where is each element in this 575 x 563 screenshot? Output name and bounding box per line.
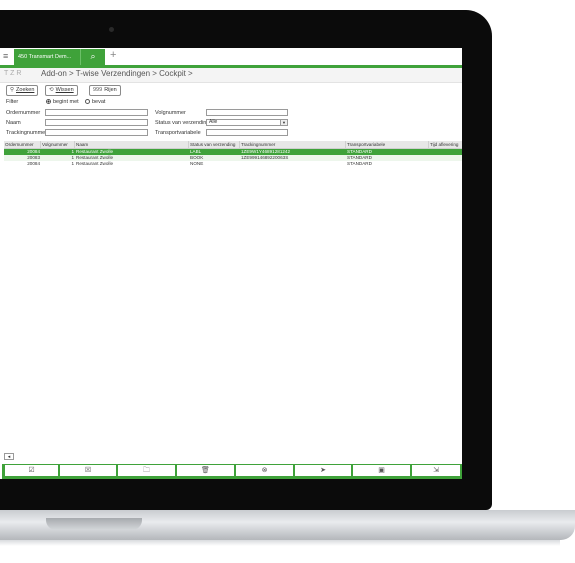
cancel-circle-icon[interactable]: ⊗ xyxy=(236,465,293,476)
radio-begins-label: begint met xyxy=(53,99,79,105)
scroll-left-button[interactable]: ◂ xyxy=(4,453,14,460)
radio-contains-label: bevat xyxy=(92,99,106,105)
laptop-shadow xyxy=(0,540,560,546)
toolbar: ⚲ Zoeken ⟲ Wissen 999 Rijen xyxy=(0,84,462,96)
rows-button-label: Rijen xyxy=(104,87,117,93)
camera-dot xyxy=(109,27,114,32)
add-tab-button[interactable]: + xyxy=(110,49,116,61)
table-header: Ordernummer Volgnummer Naam Status van v… xyxy=(4,141,462,149)
app-screen: ≡ 450 Transmart Dem... ⌕ + T Z R Add-on … xyxy=(0,48,462,479)
rows-count-badge: 999 xyxy=(93,87,103,93)
cell-order: 20084 xyxy=(27,161,40,166)
close-box-icon[interactable]: ☒ xyxy=(60,465,116,476)
clear-button[interactable]: ⟲ Wissen xyxy=(45,85,78,96)
filter-label: Filter xyxy=(6,99,19,105)
col-follow-number[interactable]: Volgnummer xyxy=(41,141,75,148)
cell-transport: STANDARD xyxy=(347,161,372,166)
tab-bar: ≡ 450 Transmart Dem... ⌕ + xyxy=(0,48,462,68)
tracking-number-field[interactable] xyxy=(45,129,148,136)
transport-variable-field[interactable] xyxy=(206,129,288,136)
search-button[interactable]: ⚲ Zoeken xyxy=(6,85,39,96)
tracking-number-label: Trackingnummer xyxy=(6,130,48,136)
radio-begins-with[interactable]: begint met xyxy=(46,99,79,105)
status-label: Status van verzending xyxy=(155,120,210,126)
status-select-value: Alle xyxy=(209,119,218,125)
order-number-label: Ordernummer xyxy=(6,110,41,116)
send-icon[interactable]: ➤ xyxy=(295,465,351,476)
chevron-down-icon[interactable]: ▼ xyxy=(280,120,287,125)
clear-button-label: Wissen xyxy=(55,87,74,93)
rows-button[interactable]: 999 Rijen xyxy=(89,85,121,96)
col-transport-variable[interactable]: Transportvariabele xyxy=(346,141,429,148)
cell-name: Restaurant Zwolle xyxy=(76,161,114,166)
breadcrumb-bar: T Z R Add-on > T-wise Verzendingen > Coc… xyxy=(0,68,462,83)
export-icon[interactable]: ⇲ xyxy=(412,465,460,476)
shortcut-keys[interactable]: T Z R xyxy=(4,70,21,77)
breadcrumb[interactable]: Add-on > T-wise Verzendingen > Cockpit > xyxy=(41,69,193,78)
status-select[interactable]: Alle ▼ xyxy=(206,119,288,126)
order-number-field[interactable] xyxy=(45,109,148,116)
follow-number-field[interactable] xyxy=(206,109,288,116)
laptop-notch xyxy=(46,518,142,530)
eraser-icon: ⟲ xyxy=(49,87,54,93)
col-delivery-time[interactable]: Tijd aflevering xyxy=(429,141,462,148)
cell-status: NONE xyxy=(190,161,204,166)
name-field[interactable] xyxy=(45,119,148,126)
cell-time xyxy=(429,161,462,167)
cell-follow: 1 xyxy=(71,161,74,166)
cell-tracking xyxy=(240,161,345,167)
radio-unchecked-icon xyxy=(85,99,90,104)
tab-transmart[interactable]: 450 Transmart Dem... xyxy=(14,49,80,65)
search-button-label: Zoeken xyxy=(16,87,35,93)
name-label: Naam xyxy=(6,120,21,126)
calendar-icon[interactable]: ▣ xyxy=(353,465,410,476)
col-name[interactable]: Naam xyxy=(75,141,189,148)
follow-number-label: Volgnummer xyxy=(155,110,186,116)
binoculars-icon: ⚲ xyxy=(10,87,15,93)
col-order-number[interactable]: Ordernummer xyxy=(4,141,41,148)
check-icon[interactable]: ☑ xyxy=(5,465,58,476)
transport-variable-label: Transportvariabele xyxy=(155,130,201,136)
bottom-action-bar: ☑ ☒ 🗀 🗑 ⊗ ➤ ▣ ⇲ xyxy=(2,464,462,479)
radio-contains[interactable]: bevat xyxy=(85,99,105,105)
table-row[interactable]: 20084 1 Restaurant Zwolle NONE STANDARD xyxy=(4,161,462,167)
col-tracking-number[interactable]: Trackingnummer xyxy=(240,141,346,148)
search-icon[interactable]: ⌕ xyxy=(80,49,105,65)
col-status[interactable]: Status van verzending xyxy=(189,141,240,148)
trash-icon[interactable]: 🗑 xyxy=(177,465,234,476)
radio-checked-icon xyxy=(46,99,51,104)
folder-icon[interactable]: 🗀 xyxy=(118,465,175,476)
hamburger-menu-icon[interactable]: ≡ xyxy=(3,51,8,61)
